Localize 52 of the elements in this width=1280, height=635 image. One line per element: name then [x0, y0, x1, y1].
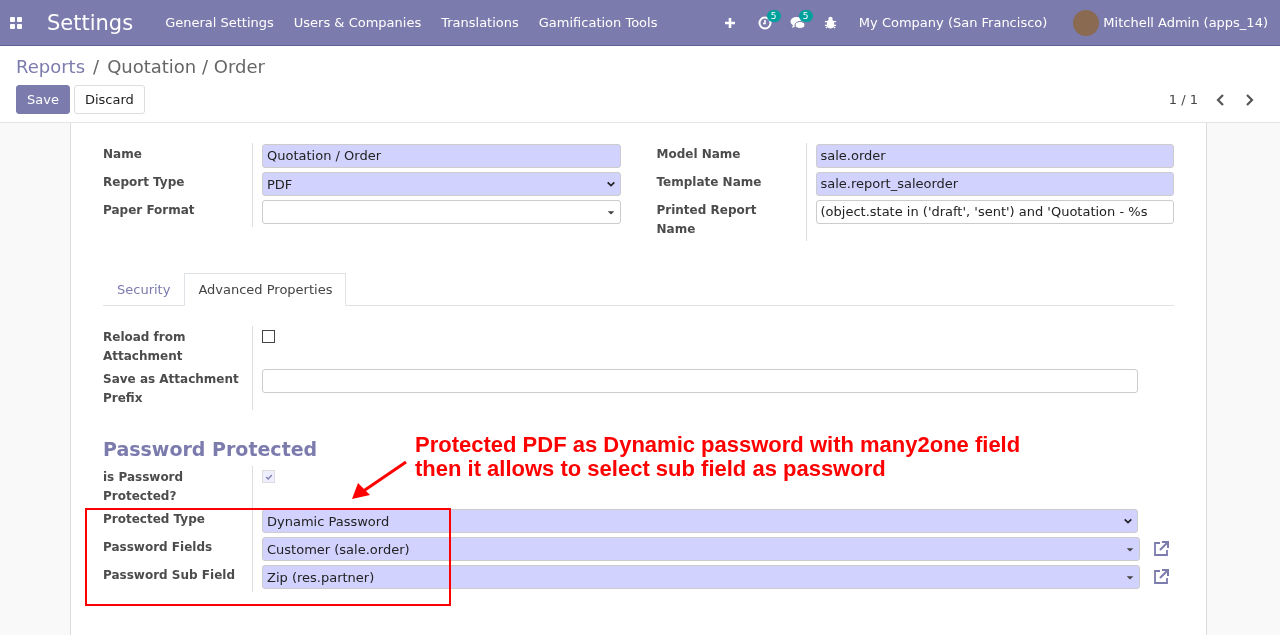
dropdown-field[interactable]	[262, 200, 621, 224]
breadcrumb-separator: /	[93, 56, 100, 77]
menu-item[interactable]: Users & Companies	[293, 15, 422, 30]
input-field[interactable]: (object.state in ('draft', 'sent') and 'Quotation - %s	[815, 200, 1174, 224]
dropdown-field[interactable]: Zip (res.partner)	[262, 565, 1140, 589]
plus-icon[interactable]	[723, 16, 736, 29]
breadcrumb-link[interactable]: Reports	[16, 56, 86, 77]
field-label: Password Sub Field	[103, 564, 253, 592]
field-label: Name	[103, 143, 253, 171]
clock-icon[interactable]	[757, 15, 772, 30]
dropdown-field[interactable]: Customer (sale.order)	[262, 537, 1140, 561]
external-link-icon[interactable]	[1152, 540, 1170, 558]
annotation-text: Protected PDF as Dynamic password with many2one field then it allows to select sub field as password	[415, 433, 1021, 481]
chevron-left-icon[interactable]	[1216, 93, 1226, 106]
select-field[interactable]: PDF	[262, 172, 621, 196]
discard-button[interactable]: Discard	[73, 85, 145, 114]
field-label: Template Name	[656, 171, 807, 199]
external-link-icon[interactable]	[1152, 568, 1170, 586]
field-label: Protected Type	[103, 508, 253, 536]
company-switcher[interactable]: My Company (San Francisco)	[858, 15, 1048, 30]
save-button[interactable]: Save	[16, 85, 70, 114]
menu-item[interactable]: Gamification Tools	[538, 15, 658, 30]
field-label: Model Name	[656, 143, 807, 171]
field-label: Paper Format	[103, 199, 253, 227]
input-field[interactable]: sale.order	[815, 144, 1174, 168]
field-label: Reload from Attachment	[103, 326, 253, 368]
notification-badge: 5	[766, 9, 781, 22]
notification-badge: 5	[798, 9, 813, 22]
app-title[interactable]: Settings	[47, 10, 134, 35]
user-menu[interactable]: Mitchell Admin (apps_14)	[1103, 15, 1268, 30]
section-title: Password Protected	[103, 438, 318, 460]
input-field[interactable]	[262, 369, 1138, 393]
tab[interactable]: Security	[103, 273, 185, 306]
tab[interactable]: Advanced Properties	[184, 273, 347, 306]
field-label: is Password Protected?	[103, 466, 253, 508]
caret-icon	[1123, 516, 1133, 526]
field-label: Password Fields	[103, 536, 253, 564]
grid-icon[interactable]	[10, 16, 22, 29]
input-field[interactable]: sale.report_saleorder	[815, 172, 1174, 196]
select-field[interactable]: Dynamic Password	[262, 509, 1138, 533]
field-label: Printed Report Name	[656, 199, 807, 241]
menu-item[interactable]: General Settings	[165, 15, 274, 30]
input-field[interactable]: Quotation / Order	[262, 144, 621, 168]
chevron-right-icon[interactable]	[1244, 93, 1254, 106]
field-label: Save as Attachment Prefix	[103, 368, 253, 410]
breadcrumb-current: Quotation / Order	[107, 56, 265, 77]
pager-counter: 1 / 1	[1168, 92, 1198, 107]
checkbox[interactable]	[262, 330, 275, 343]
caret-icon	[605, 179, 616, 189]
bug-icon[interactable]	[823, 16, 837, 29]
menu-item[interactable]: Translations	[441, 15, 519, 30]
field-label: Report Type	[103, 171, 253, 199]
